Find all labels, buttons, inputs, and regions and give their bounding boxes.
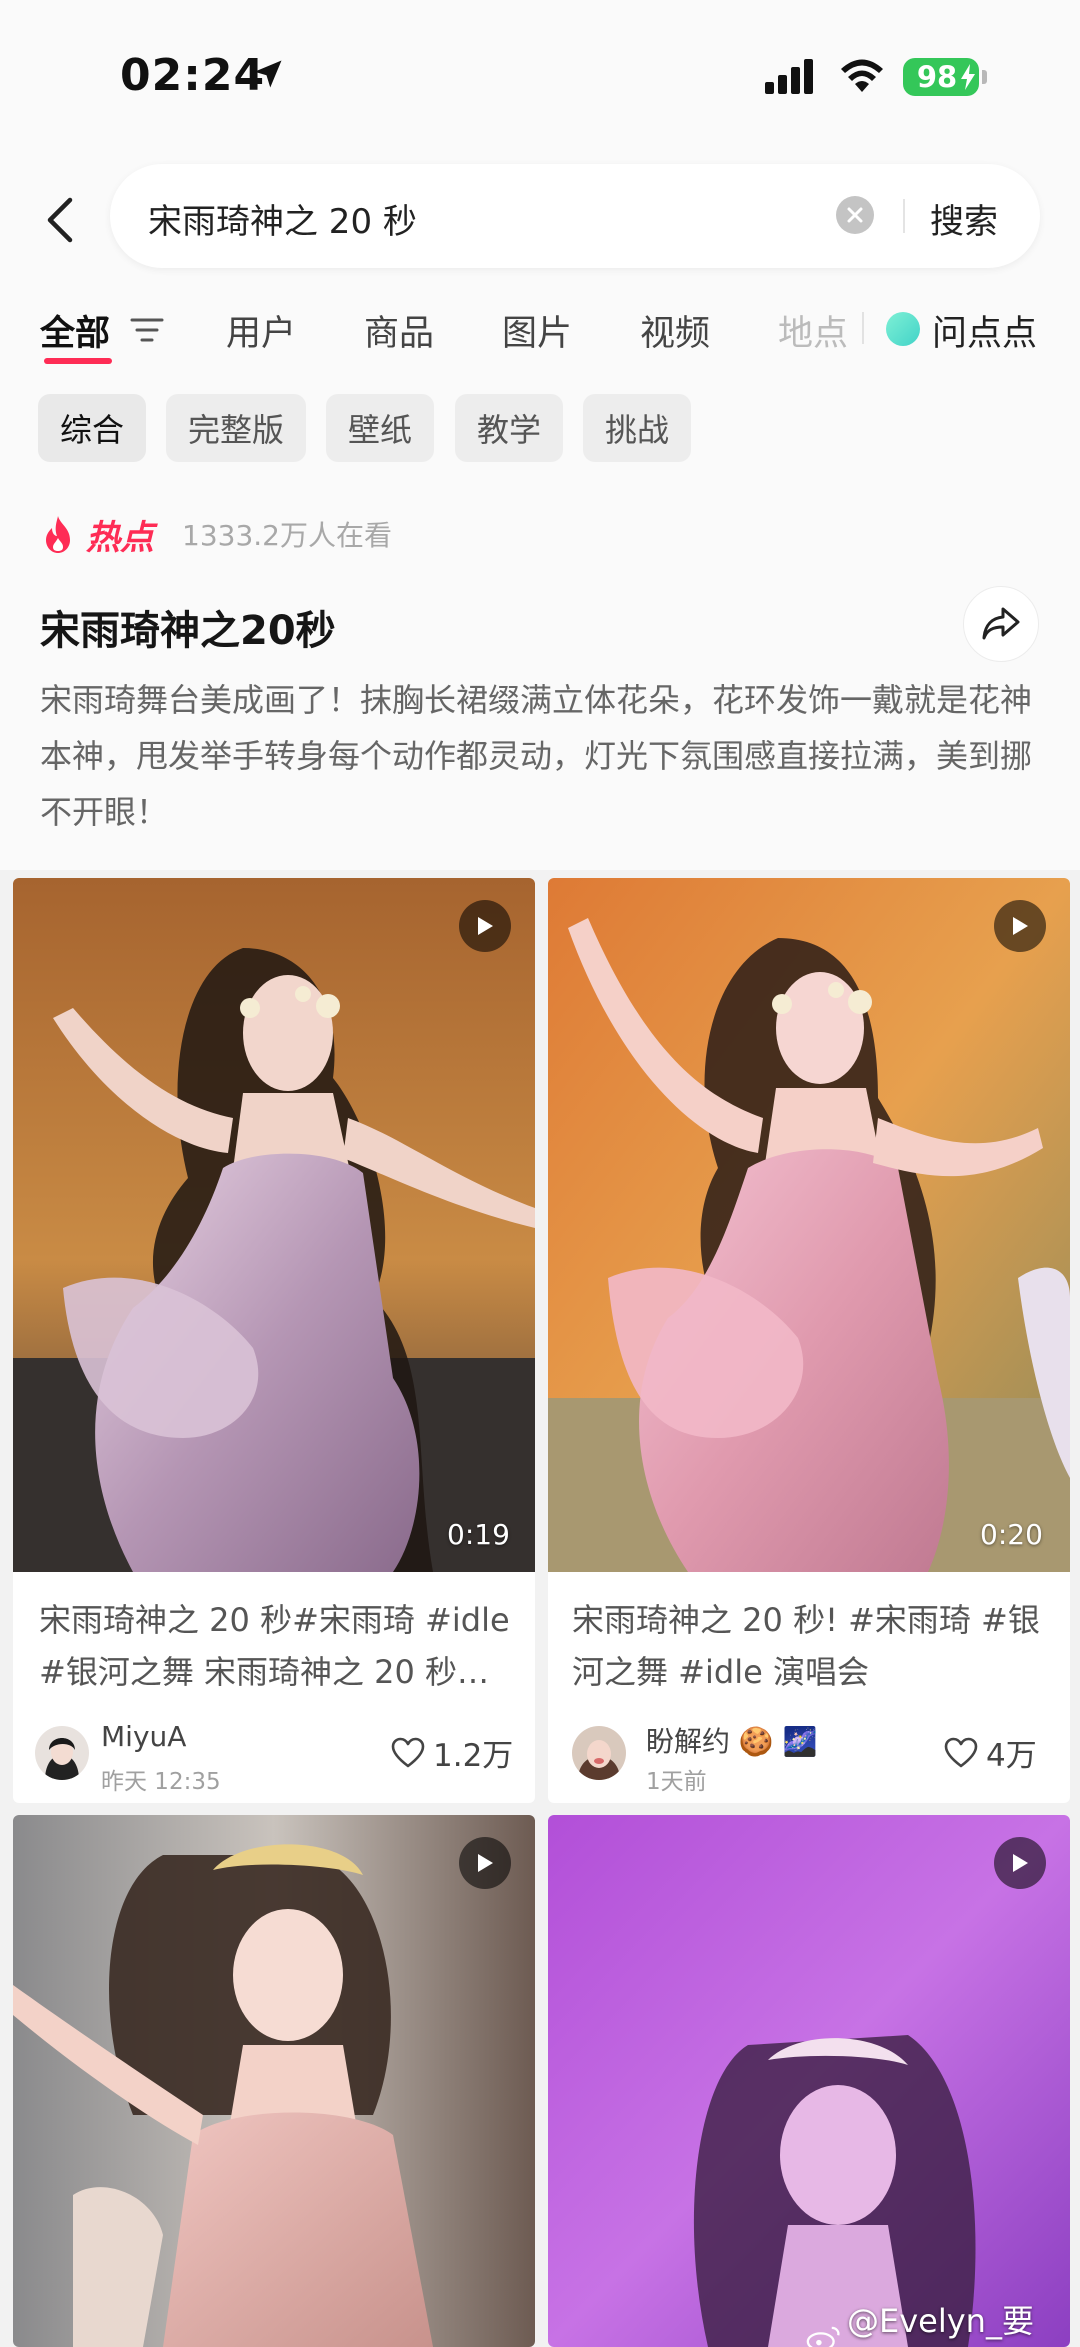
video-thumbnail[interactable] (13, 1815, 535, 2347)
tab-places[interactable]: 地点 (778, 305, 848, 356)
like-count[interactable]: 1.2万 (391, 1730, 513, 1775)
search-input[interactable]: 宋雨琦神之 20 秒 搜索 (110, 164, 1040, 268)
hot-topic-title[interactable]: 宋雨琦神之20秒 (40, 598, 336, 656)
like-count[interactable]: 4万 (944, 1730, 1037, 1775)
clear-search-button[interactable] (836, 196, 874, 234)
filter-icon[interactable] (130, 316, 164, 344)
search-header: 宋雨琦神之 20 秒 搜索 (0, 150, 1080, 290)
play-icon (1013, 1854, 1028, 1872)
play-icon (1013, 917, 1028, 935)
play-icon (478, 917, 493, 935)
result-type-tabs: 全部 用户 商品 图片 视频 地点 问点点 (0, 290, 1080, 380)
tab-users[interactable]: 用户 (226, 305, 296, 356)
wifi-icon (841, 59, 883, 92)
video-title[interactable]: 宋雨琦神之 20 秒! #宋雨琦 #银河之舞 #idle 演唱会 (572, 1594, 1052, 1698)
hot-topic-card[interactable]: 热点 1333.2万人在看 宋雨琦神之20秒 宋雨琦舞台美成画了！抹胸长裙缀满立… (0, 490, 1080, 870)
fire-icon (46, 516, 70, 553)
back-button[interactable] (40, 190, 80, 250)
play-icon (478, 1854, 493, 1872)
author-avatar-image (35, 1726, 89, 1780)
video-card[interactable]: 0:19 宋雨琦神之 20 秒#宋雨琦 #idle #银河之舞 宋雨琦神之 20… (13, 878, 535, 1803)
like-count-value: 1.2万 (433, 1738, 514, 1774)
post-time: 1天前 (646, 1769, 707, 1795)
battery-indicator: 98 (903, 58, 987, 96)
watermark-text: @Evelyn_要wen (846, 2302, 1034, 2347)
avatar[interactable] (572, 1726, 626, 1780)
avatar[interactable] (35, 1726, 89, 1780)
filter-chips: 综合 完整版 壁纸 教学 挑战 (0, 380, 1080, 490)
video-thumbnail[interactable] (13, 878, 535, 1572)
play-button[interactable] (459, 1837, 511, 1889)
charging-bolt-icon (961, 64, 975, 90)
play-button[interactable] (459, 900, 511, 952)
like-count-value: 4万 (986, 1738, 1037, 1774)
chip-full-version[interactable]: 完整版 (166, 394, 307, 462)
location-arrow-icon (254, 60, 282, 88)
heart-icon (391, 1737, 425, 1767)
search-query-text[interactable]: 宋雨琦神之 20 秒 (148, 194, 417, 243)
tab-images[interactable]: 图片 (502, 305, 572, 356)
tab-all[interactable]: 全部 (40, 305, 110, 356)
video-thumbnail[interactable] (548, 878, 1070, 1572)
ask-assistant-button[interactable]: 问点点 (932, 305, 1037, 356)
ask-assistant-icon[interactable] (886, 312, 920, 346)
author-avatar-image (572, 1726, 626, 1780)
cellular-signal-icon (765, 59, 813, 94)
hot-topic-description: 宋雨琦舞台美成画了！抹胸长裙缀满立体花朵，花环发饰一戴就是花神本神，甩发举手转身… (40, 681, 1033, 831)
video-card[interactable]: 0:20 宋雨琦神之 20 秒! #宋雨琦 #银河之舞 #idle 演唱会 盼解… (548, 878, 1070, 1803)
watermark: @Evelyn_要wen (806, 2296, 1080, 2347)
video-card[interactable] (13, 1815, 535, 2347)
video-thumbnail[interactable] (548, 1815, 1070, 2347)
weibo-logo-icon (806, 2326, 840, 2347)
heart-icon (944, 1737, 978, 1767)
video-duration: 0:19 (447, 1518, 510, 1551)
author-name[interactable]: MiyuA (101, 1720, 186, 1753)
chip-tutorial[interactable]: 教学 (455, 394, 564, 462)
tab-products[interactable]: 商品 (364, 305, 434, 356)
tab-videos[interactable]: 视频 (640, 305, 710, 356)
search-submit-button[interactable]: 搜索 (930, 194, 998, 243)
tab-separator (862, 312, 864, 344)
close-icon (847, 207, 863, 223)
chip-comprehensive[interactable]: 综合 (38, 394, 147, 462)
chevron-left-icon (47, 197, 73, 243)
play-button[interactable] (994, 900, 1046, 952)
viewer-count: 1333.2万人在看 (182, 519, 392, 552)
video-title[interactable]: 宋雨琦神之 20 秒#宋雨琦 #idle #银河之舞 宋雨琦神之 20 秒… (39, 1594, 519, 1698)
battery-level: 98 (916, 60, 958, 94)
share-button[interactable] (963, 586, 1039, 662)
video-card[interactable] (548, 1815, 1070, 2347)
share-arrow-icon (982, 607, 1020, 640)
status-time: 02:24 (120, 50, 266, 101)
search-divider (903, 199, 905, 233)
post-time: 昨天 12:35 (101, 1769, 221, 1795)
hot-label: 热点 (86, 518, 154, 558)
status-bar: 02:24 98 (0, 0, 1080, 150)
play-button[interactable] (994, 1837, 1046, 1889)
active-tab-indicator (44, 358, 112, 364)
author-name[interactable]: 盼解约 🍪 🌌 (646, 1720, 818, 1760)
chip-challenge[interactable]: 挑战 (583, 394, 692, 462)
video-duration: 0:20 (980, 1518, 1043, 1551)
chip-wallpaper[interactable]: 壁纸 (326, 394, 435, 462)
